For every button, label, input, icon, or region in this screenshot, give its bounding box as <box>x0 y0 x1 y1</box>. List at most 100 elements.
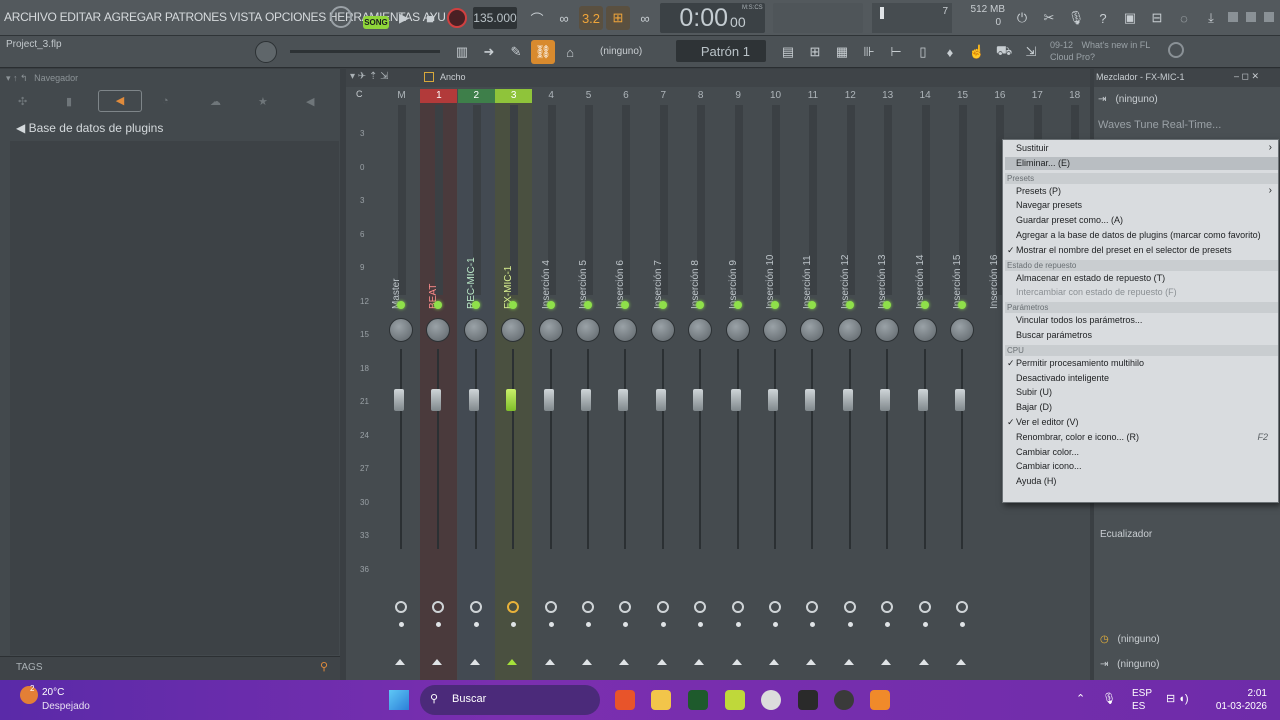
fl-studio-icon[interactable] <box>870 690 890 710</box>
mixer-track[interactable]: 14 Inserción 14 <box>907 89 944 680</box>
route-dot[interactable] <box>773 622 778 627</box>
playlist-icon[interactable]: ▤ <box>776 40 800 64</box>
cart-icon[interactable]: ⛟ <box>992 40 1016 64</box>
pan-knob[interactable] <box>875 318 900 342</box>
context-menu-item[interactable]: Agregar a la base de datos de plugins (m… <box>1016 230 1261 240</box>
context-menu-item[interactable]: Intercambiar con estado de repuesto (F) <box>1016 287 1177 297</box>
metronome-icon[interactable]: ⌒ <box>525 6 549 30</box>
context-menu-item[interactable]: Bajar (D) <box>1016 402 1052 412</box>
clock-icon[interactable] <box>432 601 445 613</box>
clock-icon[interactable] <box>881 601 894 613</box>
volume-fader[interactable] <box>805 389 816 411</box>
mixer-menu-icon[interactable]: ▾ ✈ ⇡ ⇲ <box>350 71 389 82</box>
route-arrow-icon[interactable] <box>656 659 667 665</box>
track-enable-led[interactable] <box>845 301 854 309</box>
route-dot[interactable] <box>698 622 704 627</box>
route-arrow-icon[interactable] <box>918 659 929 665</box>
pan-knob[interactable] <box>538 318 563 342</box>
clock-icon[interactable] <box>656 601 669 613</box>
brave-icon[interactable] <box>615 690 635 710</box>
mixer-track[interactable]: 6 Inserción 6 <box>607 89 644 680</box>
menu-item-3[interactable]: PATRONES <box>165 10 227 24</box>
news-panel[interactable]: 09-12 What's new in FL Cloud Pro? <box>1050 39 1150 63</box>
route-dot[interactable] <box>586 622 591 627</box>
volume-fader[interactable] <box>768 389 778 411</box>
cut-icon[interactable]: ✂ <box>1037 6 1061 30</box>
route-dot[interactable] <box>960 622 965 627</box>
route-arrow-icon[interactable] <box>619 659 630 665</box>
volume-fader[interactable] <box>693 389 704 411</box>
minimize-icon[interactable] <box>1228 12 1238 22</box>
mixer-track[interactable]: 8 Inserción 8 <box>682 89 719 680</box>
mixer-icon[interactable]: ⊪ <box>857 40 881 64</box>
link-icon[interactable]: ⛓ <box>531 40 555 64</box>
blend-notes-icon[interactable]: ⊞ <box>606 6 630 30</box>
route-arrow-icon[interactable] <box>395 659 405 665</box>
clock-icon[interactable] <box>731 601 744 613</box>
mixer-view-icon[interactable]: ⊟ <box>1145 6 1169 30</box>
volume-fader[interactable] <box>655 389 666 411</box>
loop-record-icon[interactable]: ∞ <box>633 6 657 30</box>
route-arrow-icon[interactable] <box>469 659 480 665</box>
all-files-icon[interactable]: ✣ <box>18 95 27 108</box>
sounds-icon[interactable]: ◔ <box>162 95 169 107</box>
context-menu-item[interactable]: Desactivado inteligente <box>1016 373 1109 383</box>
context-menu-item[interactable]: Presets (P) <box>1016 186 1061 196</box>
tray-chevron-icon[interactable]: ⌃ <box>1076 692 1085 705</box>
power-icon[interactable]: ⏻ <box>1010 6 1034 30</box>
pan-knob[interactable] <box>501 318 526 342</box>
clock-icon[interactable] <box>469 601 482 613</box>
route-arrow-icon[interactable] <box>769 659 779 665</box>
pan-knob[interactable] <box>800 318 825 342</box>
pitch-slider[interactable] <box>290 50 440 53</box>
window-controls-icon[interactable]: – ◻ ✕ <box>1234 71 1259 82</box>
arrow-down-icon[interactable]: ▾ ↑ ↰ <box>6 73 28 83</box>
context-menu-item[interactable]: Guardar preset como... (A) <box>1016 215 1123 225</box>
pan-knob[interactable] <box>725 318 750 342</box>
master-pitch-knob[interactable] <box>255 41 277 63</box>
mixer-track[interactable]: M Master <box>383 89 420 680</box>
clock-icon[interactable] <box>769 601 781 613</box>
route-dot[interactable] <box>885 622 891 627</box>
windows-start-icon[interactable] <box>389 690 409 710</box>
route-dot[interactable] <box>847 622 853 627</box>
context-menu-item[interactable]: Sustituir <box>1016 143 1049 153</box>
context-menu-item[interactable]: Ver el editor (V) <box>1016 417 1079 427</box>
volume-fader[interactable] <box>917 389 928 411</box>
track-enable-led[interactable] <box>920 301 929 309</box>
clock-icon[interactable] <box>507 601 520 613</box>
project-files-icon[interactable]: ▮ <box>66 95 72 108</box>
route-arrow-icon[interactable] <box>843 659 854 665</box>
track-enable-led[interactable] <box>771 301 779 309</box>
taskbar-search[interactable]: ⚲ Buscar <box>420 685 600 715</box>
track-enable-led[interactable] <box>397 301 405 309</box>
clock-tray[interactable]: 2:01 01-03-2026 <box>1212 687 1267 713</box>
menu-item-4[interactable]: VISTA <box>230 10 263 24</box>
volume-fader[interactable] <box>581 389 591 411</box>
mixer-track[interactable]: 13 Inserción 13 <box>869 89 906 680</box>
route-arrow-icon[interactable] <box>806 659 817 665</box>
route-arrow-icon[interactable] <box>881 659 892 665</box>
chrome-icon[interactable] <box>761 690 781 710</box>
track-enable-led[interactable] <box>958 301 966 309</box>
volume-fader[interactable] <box>955 389 965 411</box>
clock-icon[interactable] <box>544 601 557 613</box>
cloud-icon[interactable]: ☁ <box>210 95 221 108</box>
mixer-track[interactable]: 10 Inserción 10 <box>757 89 794 680</box>
channel-rack-icon[interactable]: ▦ <box>830 40 854 64</box>
help-icon[interactable]: ? <box>1091 6 1115 30</box>
context-menu-item[interactable]: Buscar parámetros <box>1016 330 1092 340</box>
context-menu-item[interactable]: Subir (U) <box>1016 387 1052 397</box>
route-arrow-icon[interactable] <box>432 659 443 665</box>
pan-knob[interactable] <box>576 318 600 342</box>
pan-knob[interactable] <box>613 318 638 342</box>
route-arrow-icon[interactable] <box>956 659 966 665</box>
fx-out-row-2[interactable]: ⇥ (ninguno) <box>1100 659 1159 670</box>
clock-icon[interactable] <box>582 601 594 613</box>
mixer-track[interactable]: 9 Inserción 9 <box>720 89 757 680</box>
mixer-track[interactable]: 2 REC-MIC-1 <box>457 89 495 680</box>
route-dot[interactable] <box>511 622 517 627</box>
pan-knob[interactable] <box>389 318 413 342</box>
context-menu-item[interactable]: Almacenar en estado de repuesto (T) <box>1016 273 1165 283</box>
song-mode-toggle[interactable]: SONG <box>363 16 389 29</box>
